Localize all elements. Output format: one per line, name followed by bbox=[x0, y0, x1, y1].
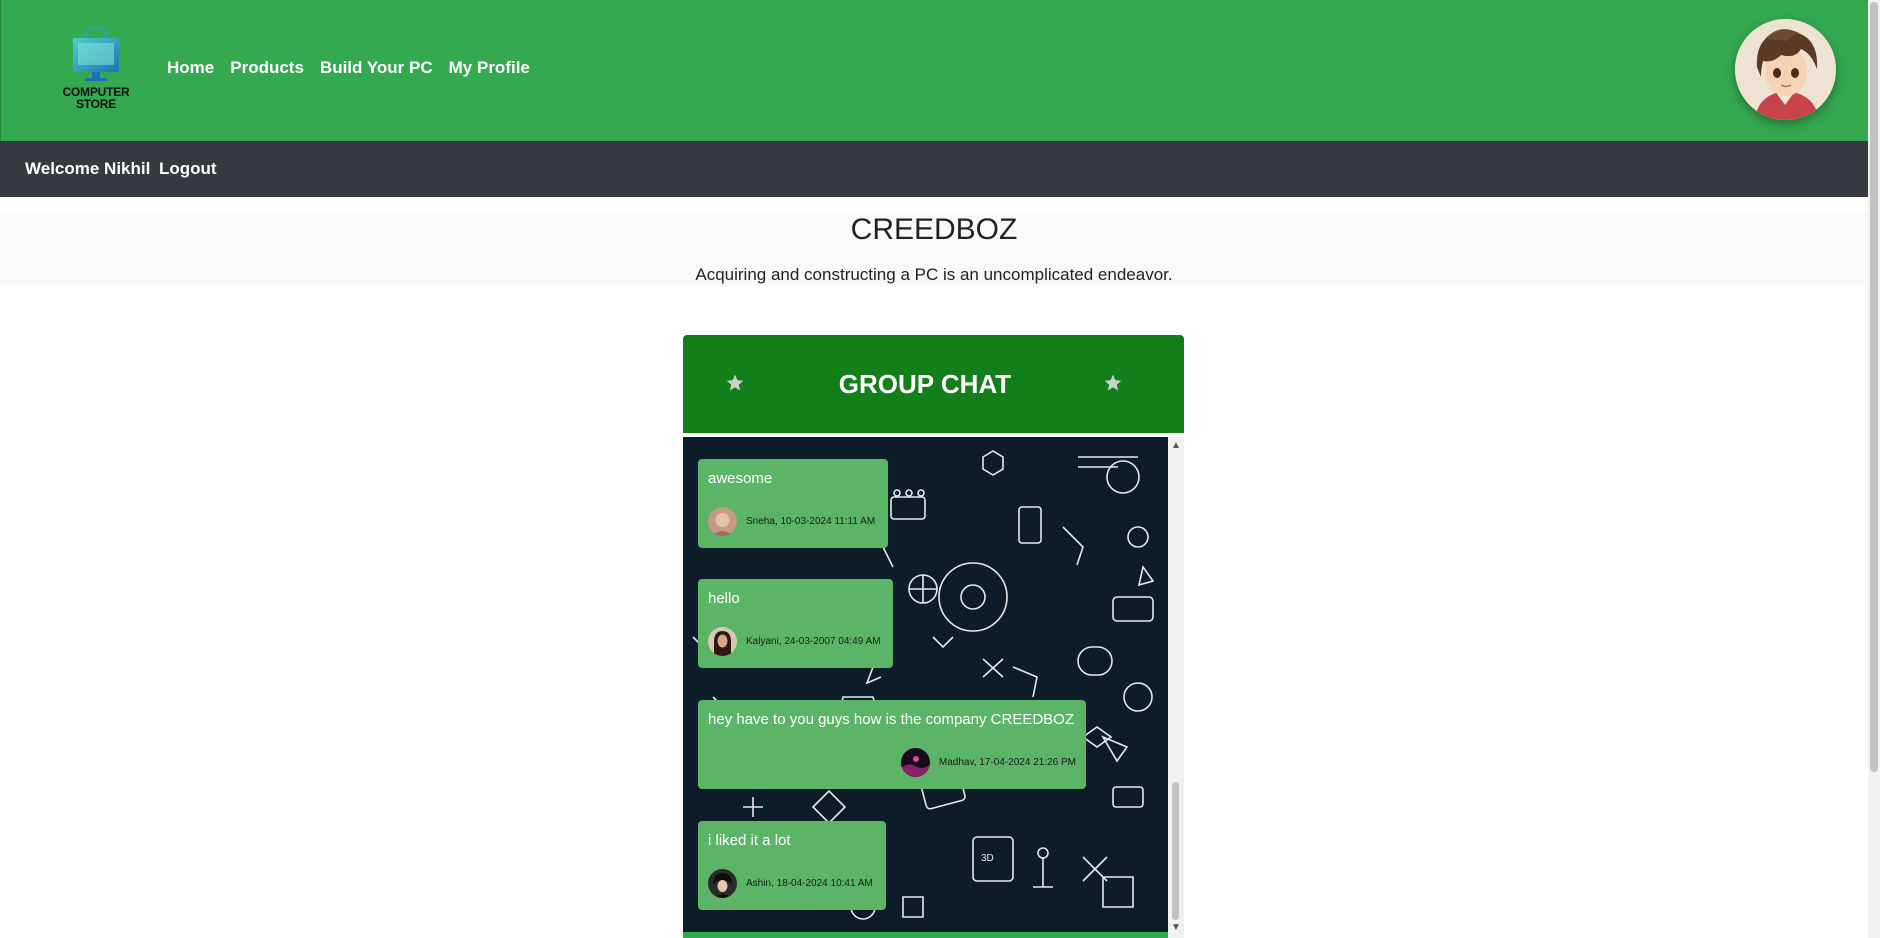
nav-products[interactable]: Products bbox=[230, 58, 304, 78]
nav-home[interactable]: Home bbox=[167, 58, 214, 78]
nav-my-profile[interactable]: My Profile bbox=[449, 58, 530, 78]
chat-header: GROUP CHAT bbox=[683, 335, 1184, 435]
message-sender-time: Kalyani, 24-03-2007 04:49 AM bbox=[746, 636, 881, 647]
chat-message: hey have to you guys how is the company … bbox=[698, 700, 1086, 789]
anime-boy-avatar-icon bbox=[1735, 19, 1836, 120]
kalyani-avatar bbox=[708, 627, 737, 656]
message-text: hey have to you guys how is the company … bbox=[708, 711, 1075, 728]
message-text: i liked it a lot bbox=[708, 832, 791, 849]
message-meta: Sneha, 10-03-2024 11:11 AM bbox=[708, 507, 875, 536]
scroll-up-arrow-icon[interactable]: ▲ bbox=[1171, 441, 1181, 451]
message-sender-time: Madhav, 17-04-2024 21:26 PM bbox=[938, 757, 1076, 768]
nav-build-your-pc[interactable]: Build Your PC bbox=[320, 58, 433, 78]
chat-message: hello Kalyani, 24-03-2007 04:49 AM bbox=[698, 579, 893, 668]
brand-title: CREEDBOZ bbox=[850, 213, 1018, 246]
page-scroll-thumb[interactable] bbox=[1870, 2, 1878, 772]
sneha-avatar bbox=[708, 507, 737, 536]
top-navbar: COMPUTER STORE Home Products Build Your … bbox=[0, 0, 1868, 141]
chat-scrollbar[interactable]: ▲ ▼ bbox=[1168, 437, 1184, 938]
message-sender-time: Ashin, 18-04-2024 10:41 AM bbox=[746, 878, 873, 889]
welcome-bar: Welcome Nikhil Logout bbox=[0, 141, 1868, 197]
shopping-bag-monitor-icon bbox=[73, 26, 119, 81]
chat-title: GROUP CHAT bbox=[838, 369, 1012, 399]
message-text: awesome bbox=[708, 470, 773, 487]
message-meta: Madhav, 17-04-2024 21:26 PM bbox=[900, 748, 1076, 777]
chat-message: i liked it a lot Ashin, 18-04-2024 10:41… bbox=[698, 821, 886, 910]
main-nav: Home Products Build Your PC My Profile bbox=[167, 58, 546, 78]
logout-link[interactable]: Logout bbox=[159, 159, 217, 179]
chat-scroll-thumb[interactable] bbox=[1172, 782, 1179, 920]
scroll-down-arrow-icon[interactable]: ▼ bbox=[1171, 923, 1181, 933]
message-sender-time: Sneha, 10-03-2024 11:11 AM bbox=[746, 516, 876, 527]
group-chat-panel: GROUP CHAT 3D awesome Sneha, 10-03-2024 … bbox=[683, 335, 1184, 938]
svg-text:3D: 3D bbox=[981, 853, 994, 864]
page-scrollbar[interactable] bbox=[1868, 0, 1880, 938]
logo-text: COMPUTER STORE bbox=[62, 85, 130, 111]
chat-messages-area[interactable]: 3D awesome Sneha, 10-03-2024 11:11 AM he… bbox=[683, 437, 1184, 938]
brand-tagline: Acquiring and constructing a PC is an un… bbox=[695, 265, 1173, 284]
star-icon bbox=[1104, 374, 1122, 391]
welcome-text: Welcome Nikhil bbox=[25, 159, 151, 178]
message-text: hello bbox=[708, 590, 740, 607]
message-meta: Kalyani, 24-03-2007 04:49 AM bbox=[708, 627, 881, 656]
madhav-avatar bbox=[900, 748, 930, 777]
user-avatar[interactable] bbox=[1735, 19, 1836, 120]
message-meta: Ashin, 18-04-2024 10:41 AM bbox=[708, 869, 873, 898]
chat-message: awesome Sneha, 10-03-2024 11:11 AM bbox=[698, 459, 888, 548]
ashin-avatar bbox=[708, 869, 737, 898]
chat-footer-bar bbox=[683, 932, 1168, 938]
store-logo[interactable]: COMPUTER STORE bbox=[55, 26, 137, 114]
